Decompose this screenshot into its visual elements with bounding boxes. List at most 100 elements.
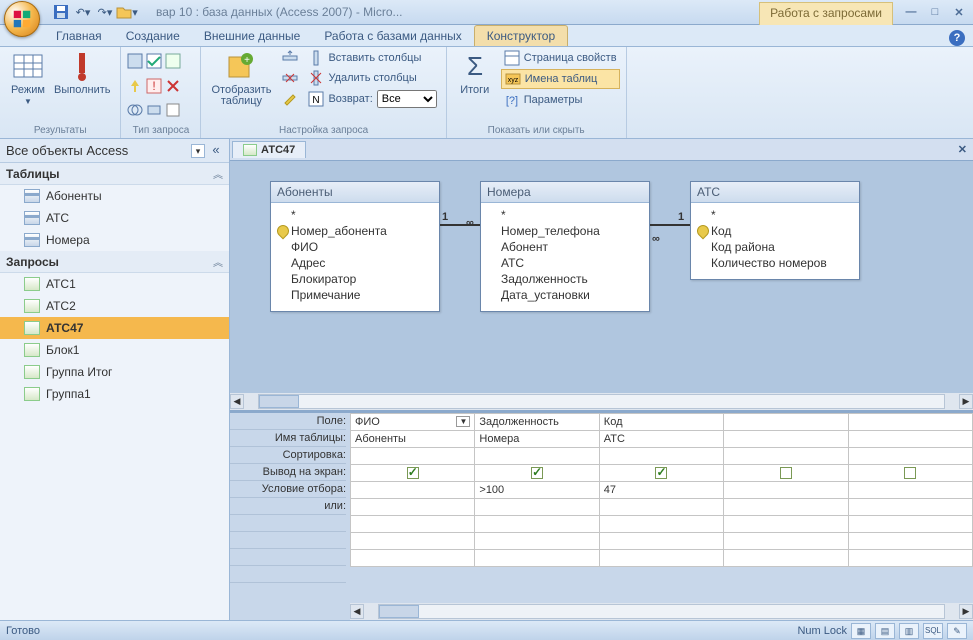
table-icon [24,211,40,225]
navigation-pane: Все объекты Access ▾ « Таблицы︽ Абоненты… [0,139,230,620]
content-area: АТС47 ✕ Абоненты * Номер_абонента ФИО Ад… [230,139,973,620]
datadef-icon[interactable] [165,102,181,118]
show-checkbox[interactable] [531,467,543,479]
run-button[interactable]: Выполнить [50,49,114,98]
delete-icon[interactable] [165,78,181,94]
nav-group-queries[interactable]: Запросы︽ [0,251,229,273]
show-checkbox[interactable] [407,467,419,479]
dropdown-icon[interactable]: ▼ [456,416,470,427]
maketable-icon[interactable] [165,53,181,69]
undo-icon[interactable]: ↶▾ [74,3,92,21]
relationship-line[interactable] [440,224,480,226]
tab-dbtools[interactable]: Работа с базами данных [312,26,473,46]
show-checkbox[interactable] [780,467,792,479]
scroll-right-icon[interactable]: ▶ [959,604,973,619]
nav-item-query[interactable]: АТС2 [0,295,229,317]
svg-text:xyz: xyz [508,77,519,84]
totals-button[interactable]: Σ Итоги [453,49,497,98]
table-box-nomera[interactable]: Номера * Номер_телефона Абонент АТС Задо… [480,181,650,312]
query-grid: Поле: Имя таблицы: Сортировка: Вывод на … [230,410,973,620]
query-icon [24,277,40,291]
nav-item-query-selected[interactable]: АТС47 [0,317,229,339]
nav-item-table[interactable]: Номера [0,229,229,251]
select-query-icon[interactable] [127,53,143,69]
query-designer-upper[interactable]: Абоненты * Номер_абонента ФИО Адрес Блок… [230,161,973,410]
close-button[interactable]: ✕ [951,6,967,19]
delete-rows-button[interactable] [279,69,301,87]
relationship-label-one: 1 [678,211,684,223]
redo-icon[interactable]: ↷▾ [96,3,114,21]
crosstab-icon[interactable] [146,53,162,69]
show-table-button[interactable]: + Отобразить таблицу [207,49,275,109]
quick-access-toolbar: ↶▾ ↷▾ ▾ [52,3,136,21]
view-design-icon[interactable]: ✎ [947,623,967,639]
relationship-label-many: ∞ [466,217,474,229]
window-controls: — □ ✕ [903,6,967,19]
delete-columns-button[interactable]: Удалить столбцы [305,69,439,87]
document-tabs: АТС47 ✕ [230,139,973,161]
grid-cell-field[interactable]: ФИО ▼ [351,414,475,431]
tab-external[interactable]: Внешние данные [192,26,313,46]
query-icon [24,299,40,313]
nav-group-tables[interactable]: Таблицы︽ [0,163,229,185]
grid-hscroll[interactable]: ◀ ▶ [350,603,973,620]
scroll-left-icon[interactable]: ◀ [230,394,244,409]
ribbon-group-setup: + Отобразить таблицу Вставить столбцы Уд… [201,47,446,138]
main-area: Все объекты Access ▾ « Таблицы︽ Абоненты… [0,139,973,620]
scroll-right-icon[interactable]: ▶ [959,394,973,409]
view-sql-icon[interactable]: SQL [923,623,943,639]
query-icon [24,365,40,379]
grid-row-labels: Поле: Имя таблицы: Сортировка: Вывод на … [230,413,350,620]
passthrough-icon[interactable] [146,102,162,118]
property-sheet-button[interactable]: Страница свойств [501,49,620,67]
designer-hscroll[interactable]: ◀ ▶ [230,393,973,410]
minimize-button[interactable]: — [903,6,919,19]
update-icon[interactable] [127,78,143,94]
append-icon[interactable]: ! [146,78,162,94]
relationship-line[interactable] [650,224,690,226]
return-selector[interactable]: NВозврат: Все [305,89,439,109]
svg-text:!: ! [153,79,156,93]
view-button[interactable]: Режим▼ [6,49,50,109]
maximize-button[interactable]: □ [927,6,943,19]
titlebar: ↶▾ ↷▾ ▾ вар 10 : база данных (Access 200… [0,0,973,25]
tab-home[interactable]: Главная [44,26,114,46]
insert-columns-button[interactable]: Вставить столбцы [305,49,439,67]
view-pivottable-icon[interactable]: ▤ [875,623,895,639]
nav-item-query[interactable]: Группа Итог [0,361,229,383]
ribbon-group-showhide: Σ Итоги Страница свойств xyzИмена таблиц… [447,47,627,138]
nav-item-query[interactable]: АТС1 [0,273,229,295]
save-icon[interactable] [52,3,70,21]
builder-button[interactable] [279,89,301,107]
ribbon: Режим▼ Выполнить Результаты ! Тип запрос… [0,47,973,139]
numlock-indicator: Num Lock [797,625,847,637]
document-tab[interactable]: АТС47 [232,141,306,158]
show-checkbox[interactable] [904,467,916,479]
tab-design[interactable]: Конструктор [474,25,568,46]
view-datasheet-icon[interactable]: ▦ [851,623,871,639]
nav-item-table[interactable]: Абоненты [0,185,229,207]
nav-header[interactable]: Все объекты Access ▾ « [0,139,229,163]
insert-rows-button[interactable] [279,49,301,67]
nav-item-query[interactable]: Блок1 [0,339,229,361]
nav-item-table[interactable]: АТС [0,207,229,229]
scroll-left-icon[interactable]: ◀ [350,604,364,619]
table-box-abonenty[interactable]: Абоненты * Номер_абонента ФИО Адрес Блок… [270,181,440,312]
query-icon [243,144,257,156]
open-icon[interactable]: ▾ [118,3,136,21]
nav-filter-icon[interactable]: ▾ [191,144,205,158]
union-icon[interactable] [127,102,143,118]
tab-create[interactable]: Создание [114,26,192,46]
table-box-ats[interactable]: АТС * Код Код района Количество номеров [690,181,860,280]
status-bar: Готово Num Lock ▦ ▤ ▥ SQL ✎ [0,620,973,640]
grid-table[interactable]: ФИО ▼ Задолженность Код Абоненты Номера … [350,413,973,567]
close-document-icon[interactable]: ✕ [958,143,967,156]
nav-collapse-icon[interactable]: « [209,144,223,158]
show-checkbox[interactable] [655,467,667,479]
table-names-button[interactable]: xyzИмена таблиц [501,69,620,89]
office-button[interactable] [4,1,40,37]
help-icon[interactable]: ? [949,30,965,46]
view-pivotchart-icon[interactable]: ▥ [899,623,919,639]
nav-item-query[interactable]: Группа1 [0,383,229,405]
parameters-button[interactable]: [?]Параметры [501,91,620,109]
